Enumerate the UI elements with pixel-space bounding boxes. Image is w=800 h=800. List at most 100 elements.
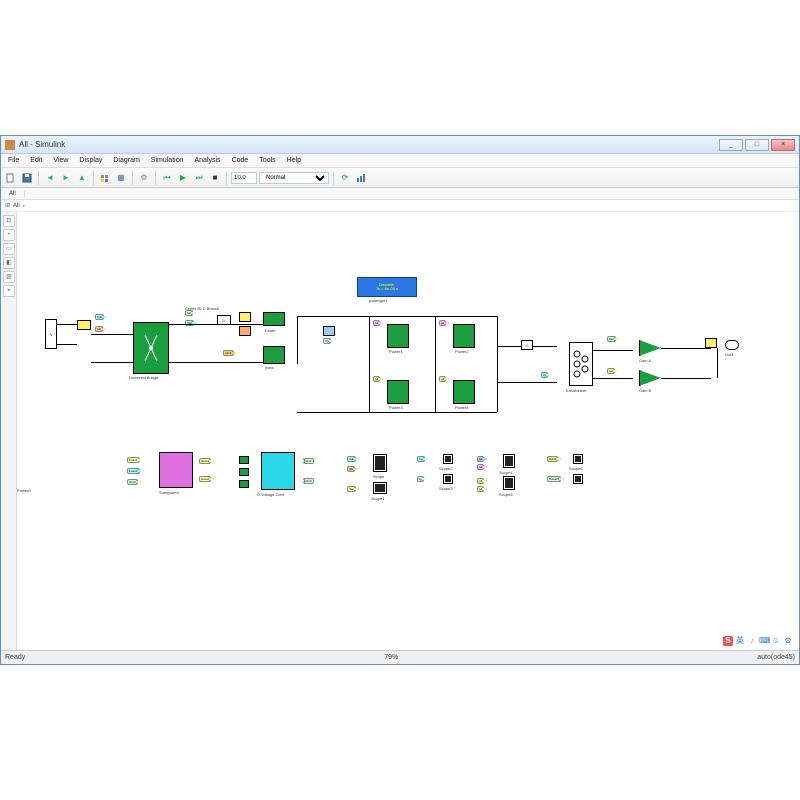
tag-cons-b[interactable]: con4	[303, 478, 314, 484]
run-button[interactable]: ▶	[176, 171, 190, 185]
zoom-in-button[interactable]: +	[3, 229, 15, 241]
block-scope1[interactable]	[373, 482, 387, 494]
block-c3[interactable]	[239, 480, 249, 488]
menu-code[interactable]: Code	[227, 157, 254, 164]
block-meas3[interactable]	[705, 338, 717, 348]
tag-idc[interactable]: Idc	[95, 326, 103, 332]
block-meas[interactable]	[77, 320, 91, 330]
menu-simulation[interactable]: Simulation	[146, 157, 189, 164]
block-scope2[interactable]	[443, 454, 453, 464]
block-trans[interactable]	[263, 346, 285, 364]
maximize-button[interactable]: □	[745, 139, 769, 151]
block-out2[interactable]	[573, 474, 583, 484]
tag-s4c[interactable]: g3	[477, 478, 484, 484]
stop-time-input[interactable]	[231, 172, 257, 184]
tag-s3a[interactable]: Vg	[417, 456, 425, 462]
ime-icon[interactable]: ♪	[747, 636, 757, 646]
tag-from2[interactable]: From2	[127, 468, 140, 474]
block-power2[interactable]	[453, 324, 475, 348]
menu-diagram[interactable]: Diagram	[108, 157, 144, 164]
block-gainb[interactable]	[639, 370, 661, 386]
tag-vdc2[interactable]: Vdc	[185, 320, 194, 326]
tag-s4d[interactable]: g4	[477, 486, 484, 492]
tag-goto2[interactable]: Goto2	[199, 476, 211, 482]
menu-view[interactable]: View	[48, 157, 73, 164]
block-diode[interactable]	[263, 312, 285, 326]
step-back-button[interactable]: ⏮	[160, 171, 174, 185]
menu-tools[interactable]: Tools	[254, 157, 280, 164]
block-scope6[interactable]	[573, 454, 583, 464]
build-button[interactable]	[354, 171, 368, 185]
tag-s1a[interactable]: Vdc	[347, 456, 356, 462]
step-forward-button[interactable]: ⏭	[192, 171, 206, 185]
tag-vg[interactable]: Vg	[323, 338, 331, 344]
menu-analysis[interactable]: Analysis	[189, 157, 225, 164]
palette-btn[interactable]: ⌖	[3, 285, 15, 297]
back-button[interactable]: ◄	[43, 171, 57, 185]
block-scope3[interactable]	[443, 474, 453, 484]
tag-iac[interactable]: Iac	[607, 368, 615, 374]
tag-cons-a[interactable]: con2	[303, 458, 314, 464]
tag-from1[interactable]: From1	[127, 457, 140, 463]
tag-g4[interactable]: g4	[439, 376, 446, 382]
titlebar[interactable]: All - Simulink _ □ ×	[1, 136, 799, 154]
tab-all[interactable]: All	[1, 191, 25, 197]
stop-button[interactable]: ■	[208, 171, 222, 185]
block-out[interactable]	[725, 340, 739, 350]
tag-s3b[interactable]: Ig	[417, 476, 424, 482]
tag-s1b[interactable]: Idc	[347, 466, 355, 472]
menu-display[interactable]: Display	[74, 157, 107, 164]
tag-s5a[interactable]: PWM	[547, 456, 558, 462]
block-gain3[interactable]	[239, 326, 251, 336]
block-ac-source[interactable]: ∿	[45, 319, 57, 349]
tag-g3[interactable]: g3	[373, 376, 380, 382]
block-gain-mid[interactable]	[323, 326, 335, 336]
tag-s5b[interactable]: Power5	[547, 476, 561, 482]
tag-cons[interactable]: con1	[223, 350, 234, 356]
menu-file[interactable]: File	[3, 157, 24, 164]
tag-s4a[interactable]: g1	[477, 456, 484, 462]
status-zoom[interactable]: 79%	[25, 654, 757, 661]
block-gaina[interactable]	[639, 340, 661, 356]
menu-help[interactable]: Help	[282, 157, 306, 164]
palette-btn[interactable]: ▥	[3, 271, 15, 283]
palette-btn[interactable]: ◧	[3, 257, 15, 269]
tag-goto1[interactable]: Goto1	[199, 458, 211, 464]
close-button[interactable]: ×	[771, 139, 795, 151]
forward-button[interactable]: ►	[59, 171, 73, 185]
tag-g2[interactable]: g2	[439, 320, 446, 326]
block-powergui[interactable]: Discrete, Ts = 5e-05 s	[357, 277, 417, 297]
block-power1[interactable]	[387, 324, 409, 348]
block-scope5[interactable]	[503, 476, 515, 490]
block-meas2[interactable]: ◇	[521, 340, 533, 350]
block-transformer[interactable]	[569, 342, 593, 386]
diagram-canvas[interactable]: Discrete, Ts = 5e-05 s powergui1 ∿ Vdc I…	[17, 212, 799, 650]
tag-s4b[interactable]: g2	[477, 464, 484, 470]
block-gain2[interactable]	[239, 312, 251, 322]
ime-lang[interactable]: 英	[735, 636, 745, 646]
ime-icon[interactable]: ⌨	[759, 636, 769, 646]
save-button[interactable]	[20, 171, 34, 185]
status-solver[interactable]: auto(ode45)	[757, 654, 795, 661]
breadcrumb-root[interactable]: All	[13, 203, 20, 209]
model-explorer-button[interactable]: ▦	[114, 171, 128, 185]
block-subsystem[interactable]	[159, 452, 193, 488]
tag-from3[interactable]: con3	[127, 479, 138, 485]
zoom-fit-button[interactable]: ⊡	[3, 215, 15, 227]
ime-icon[interactable]: ⚙	[783, 636, 793, 646]
up-button[interactable]: ▲	[75, 171, 89, 185]
block-c2[interactable]	[239, 468, 249, 476]
tag-ig[interactable]: Ig	[541, 372, 548, 378]
tag-vac[interactable]: Vac	[607, 336, 616, 342]
new-button[interactable]	[4, 171, 18, 185]
palette-btn[interactable]: ▭	[3, 243, 15, 255]
settings-button[interactable]: ⚙	[137, 171, 151, 185]
tag-vdc[interactable]: Vdc	[95, 314, 104, 320]
block-dvoltage[interactable]	[261, 452, 295, 490]
block-universal-bridge[interactable]	[133, 322, 169, 374]
menu-edit[interactable]: Edit	[25, 157, 47, 164]
block-scope[interactable]	[373, 454, 387, 472]
tag-g1[interactable]: g1	[373, 320, 380, 326]
tag-s2a[interactable]: Vac	[347, 486, 356, 492]
block-power3[interactable]	[387, 380, 409, 404]
